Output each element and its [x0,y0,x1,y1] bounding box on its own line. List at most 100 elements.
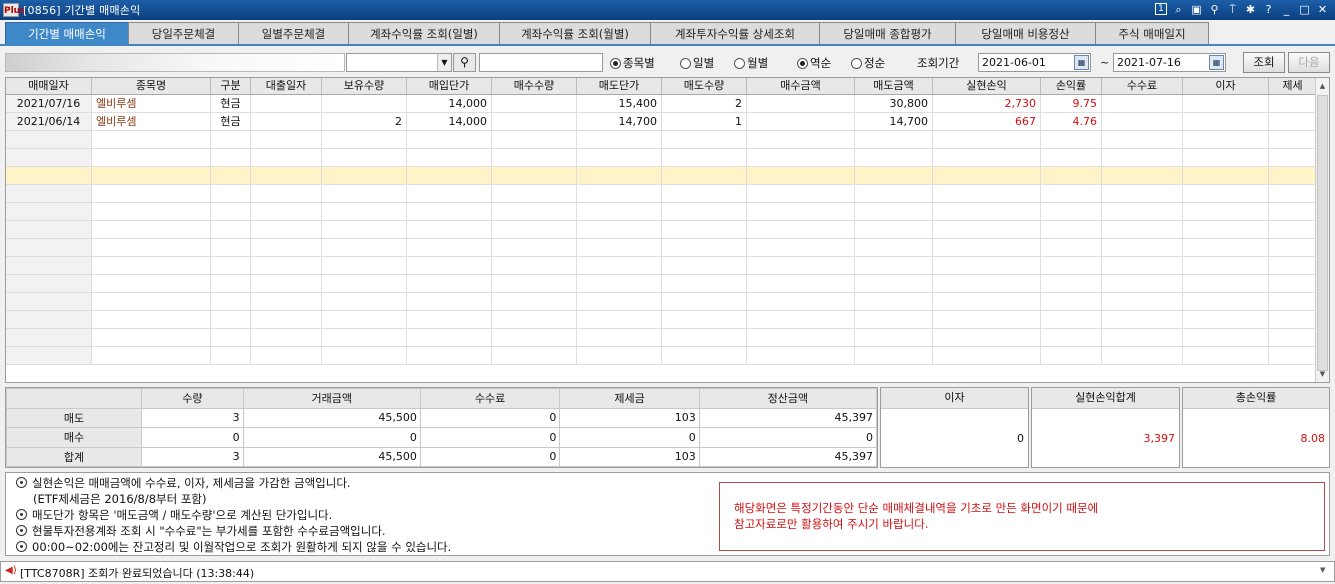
table-row[interactable]: 2021/07/16 엘비루셈 현금 14,000 15,400 2 30,800 2,730… [6,95,1316,113]
col-holding-qty[interactable]: 보유수량 [322,78,407,94]
scroll-down-icon[interactable]: ▼ [1316,367,1329,381]
minimize-icon[interactable]: _ [1280,2,1293,17]
table-cell [322,221,407,238]
window-controls: 1 ⌕ ▣ ⚲ ⍑ ✱ ? _ □ ✕ [1155,2,1329,17]
sum-header-commission: 수수료 [419,388,561,409]
vertical-scrollbar[interactable]: ▲ ▼ [1315,78,1329,382]
table-row[interactable] [6,239,1316,257]
table-cell [1041,329,1102,346]
col-sell-amount[interactable]: 매도금액 [855,78,933,94]
tab-today-order-exec[interactable]: 당일주문체결 [128,22,239,45]
tab-today-trade-cost[interactable]: 당일매매 비용정산 [955,22,1096,45]
radio-by-month[interactable]: 월별 [734,55,768,71]
col-trade-date[interactable]: 매매일자 [6,78,92,94]
tab-account-return-detail[interactable]: 계좌투자수익률 상세조회 [650,22,820,45]
table-row[interactable] [6,131,1316,149]
table-row[interactable] [6,203,1316,221]
col-pnl-rate[interactable]: 손익률 [1041,78,1102,94]
table-cell [1183,275,1269,292]
table-cell [662,203,747,220]
table-cell [92,311,211,328]
table-row[interactable]: 2021/06/14 엘비루셈 현금 2 14,000 14,700 1 14,700 667 4… [6,113,1316,131]
maximize-icon[interactable]: □ [1298,2,1311,17]
col-realized-pnl[interactable]: 실현손익 [933,78,1041,94]
table-row[interactable] [6,311,1316,329]
table-cell [251,95,322,112]
scroll-thumb[interactable] [1317,95,1328,371]
close-icon[interactable]: ✕ [1316,2,1329,17]
page-number-icon[interactable]: 1 [1155,3,1167,15]
calendar-icon[interactable]: ▦ [1074,55,1089,70]
radio-by-day[interactable]: 일별 [680,55,714,71]
table-cell [211,221,251,238]
col-tax[interactable]: 제세 [1269,78,1316,94]
speaker-icon[interactable]: ◀) [5,565,17,578]
table-row[interactable] [6,257,1316,275]
scroll-up-icon[interactable]: ▲ [1316,79,1329,93]
radio-by-stock[interactable]: 종목별 [610,55,655,71]
table-cell [322,185,407,202]
tab-account-return-daily[interactable]: 계좌수익률 조회(일별) [348,22,500,45]
stock-search-button[interactable]: ⚲ [453,53,476,72]
stock-name-field[interactable] [479,53,603,72]
radio-ascending[interactable]: 정순 [851,55,885,71]
query-button[interactable]: 조회 [1243,52,1285,73]
table-row[interactable] [6,149,1316,167]
pin-icon[interactable]: ⍑ [1226,2,1239,17]
table-row[interactable] [6,221,1316,239]
table-cell [1183,203,1269,220]
next-button[interactable]: 다음 [1288,52,1330,73]
zoom-icon[interactable]: ⌕ [1172,2,1185,17]
table-cell: 엘비루셈 [92,95,211,112]
account-selector[interactable] [5,53,345,72]
date-to-field[interactable]: 2021-07-16 ▦ [1113,53,1226,72]
table-cell [407,167,492,184]
table-cell [1183,95,1269,112]
table-row[interactable] [6,185,1316,203]
table-cell [577,221,662,238]
chevron-down-icon[interactable]: ▼ [437,54,451,71]
table-cell [662,221,747,238]
table-row-selected[interactable] [6,167,1316,185]
radio-descending[interactable]: 역순 [797,55,831,71]
table-cell [211,257,251,274]
col-buy-price[interactable]: 매입단가 [407,78,492,94]
table-cell [251,293,322,310]
window-link-icon[interactable]: ▣ [1190,2,1203,17]
table-row[interactable] [6,347,1316,365]
tab-today-trade-eval[interactable]: 당일매매 종합평가 [819,22,956,45]
col-sell-qty[interactable]: 매도수량 [662,78,747,94]
table-cell [492,203,577,220]
table-cell [492,95,577,112]
table-row[interactable] [6,329,1316,347]
table-row[interactable] [6,275,1316,293]
col-buy-qty[interactable]: 매수수량 [492,78,577,94]
col-loan-date[interactable]: 대출일자 [251,78,322,94]
chevron-down-icon[interactable]: ▼ [1320,566,1330,578]
table-cell [211,275,251,292]
table-cell [407,149,492,166]
stock-code-combo[interactable]: ▼ [346,53,452,72]
tab-period-trade-pnl[interactable]: 기간별 매매손익 [5,22,129,45]
col-buy-amount[interactable]: 매수금액 [747,78,855,94]
date-from-field[interactable]: 2021-06-01 ▦ [978,53,1091,72]
table-cell [251,275,322,292]
table-cell: 2 [322,113,407,130]
calendar-icon[interactable]: ▦ [1209,55,1224,70]
col-type[interactable]: 구분 [211,78,251,94]
help-icon[interactable]: ? [1262,2,1275,17]
settings-icon[interactable]: ✱ [1244,2,1257,17]
table-row[interactable] [6,293,1316,311]
tab-daily-order-exec[interactable]: 일별주문체결 [238,22,349,45]
tab-account-return-monthly[interactable]: 계좌수익률 조회(월별) [499,22,651,45]
col-interest[interactable]: 이자 [1183,78,1269,94]
tab-stock-trade-journal[interactable]: 주식 매매일지 [1095,22,1209,45]
table-cell [1041,149,1102,166]
table-cell: 2021/07/16 [6,95,92,112]
col-commission[interactable]: 수수료 [1102,78,1183,94]
col-stock-name[interactable]: 종목명 [92,78,211,94]
sum-header-settlement: 정산금액 [698,388,878,409]
col-sell-price[interactable]: 매도단가 [577,78,662,94]
search-icon[interactable]: ⚲ [1208,2,1221,17]
table-cell [577,275,662,292]
